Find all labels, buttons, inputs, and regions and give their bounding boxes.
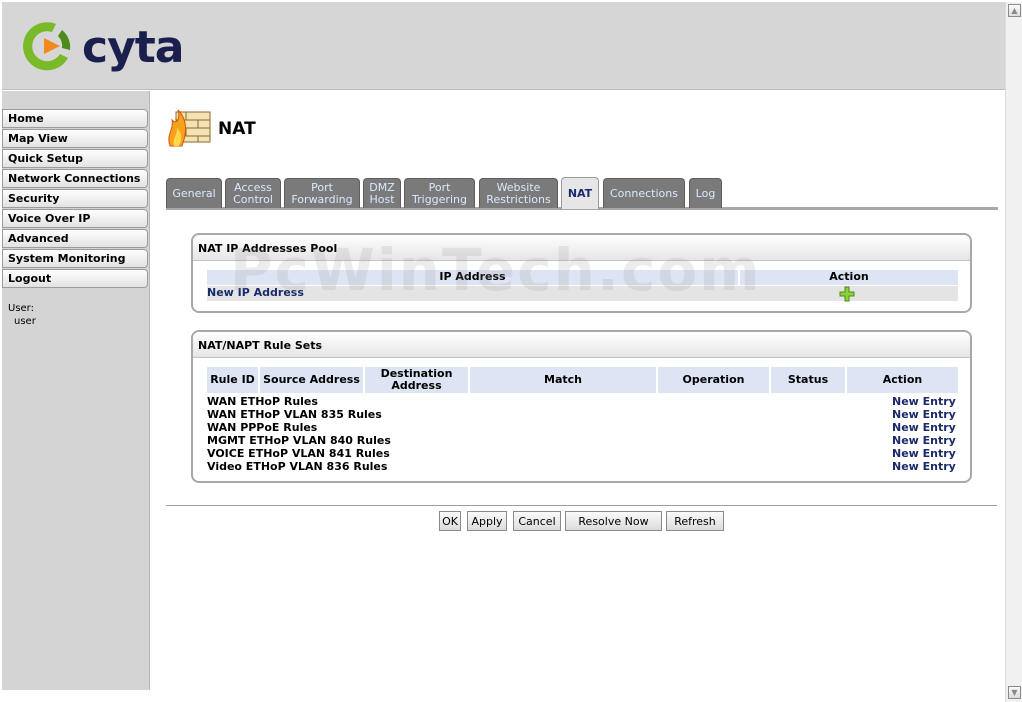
tab-port-forwarding[interactable]: Port Forwarding [284,178,360,208]
tab-access-control[interactable]: Access Control [225,178,281,208]
vertical-scrollbar[interactable]: ▲ ▼ [1005,2,1022,702]
col-status: Status [771,367,845,393]
cyta-swirl-icon [23,22,71,71]
new-entry-link[interactable]: New Entry [892,447,956,460]
sidebar-item-system-monitoring[interactable]: System Monitoring [2,249,148,268]
divider [166,505,997,506]
main-content: NAT General Access Control Port Forwardi… [158,91,1003,702]
rule-row-name: VOICE ETHoP VLAN 841 Rules [207,447,390,460]
tab-log[interactable]: Log [689,178,722,208]
scroll-up-icon[interactable]: ▲ [1008,4,1021,17]
user-name: user [14,316,36,327]
logo-text: cyta [82,22,184,73]
new-entry-link[interactable]: New Entry [892,408,956,421]
scroll-down-icon[interactable]: ▼ [1008,686,1021,699]
col-action: Action [740,270,958,285]
cyta-logo: cyta [16,16,216,82]
resolve-now-button[interactable]: Resolve Now [565,511,662,531]
col-ip-address: IP Address [207,270,738,285]
rule-row-name: MGMT ETHoP VLAN 840 Rules [207,434,391,447]
sidebar-item-quick-setup[interactable]: Quick Setup [2,149,148,168]
sidebar: Home Map View Quick Setup Network Connec… [2,91,150,690]
new-entry-link[interactable]: New Entry [892,395,956,408]
plus-icon[interactable] [839,286,855,302]
sidebar-item-network-connections[interactable]: Network Connections [2,169,148,188]
nat-rules-title: NAT/NAPT Rule Sets [193,332,970,358]
col-source-address: Source Address [260,367,363,393]
tab-connections[interactable]: Connections [603,178,685,208]
sidebar-item-advanced[interactable]: Advanced [2,229,148,248]
new-entry-link[interactable]: New Entry [892,421,956,434]
ok-button[interactable]: OK [439,511,461,531]
new-ip-address-link[interactable]: New IP Address [207,286,304,299]
tab-general[interactable]: General [166,178,222,208]
tab-bar: General Access Control Port Forwarding D… [166,177,998,210]
col-rule-id: Rule ID [207,367,258,393]
new-entry-link[interactable]: New Entry [892,434,956,447]
rule-row-name: Video ETHoP VLAN 836 Rules [207,460,388,473]
apply-button[interactable]: Apply [467,511,507,531]
sidebar-item-voice-over-ip[interactable]: Voice Over IP [2,209,148,228]
sidebar-item-home[interactable]: Home [2,109,148,128]
col-operation: Operation [658,367,769,393]
new-entry-link[interactable]: New Entry [892,460,956,473]
col-rules-action: Action [847,367,958,393]
tab-nat[interactable]: NAT [561,177,599,209]
firewall-icon [166,106,214,150]
tab-dmz-host[interactable]: DMZ Host [363,178,401,208]
nat-pool-title: NAT IP Addresses Pool [193,235,970,261]
rule-row-name: WAN PPPoE Rules [207,421,318,434]
refresh-button[interactable]: Refresh [666,511,724,531]
page-title: NAT [218,119,256,139]
rule-row-name: WAN ETHoP VLAN 835 Rules [207,408,382,421]
col-match: Match [470,367,656,393]
button-bar: OK Apply Cancel Resolve Now Refresh [158,511,1003,533]
tab-website-restrictions[interactable]: Website Restrictions [479,178,558,208]
user-label: User: [8,303,34,314]
sidebar-item-security[interactable]: Security [2,189,148,208]
cancel-button[interactable]: Cancel [513,511,561,531]
rule-row-name: WAN ETHoP Rules [207,395,318,408]
nat-pool-panel: NAT IP Addresses Pool IP Address Action … [191,233,972,313]
nat-rules-panel: NAT/NAPT Rule Sets Rule ID Source Addres… [191,330,972,483]
col-destination-address: Destination Address [365,367,468,393]
sidebar-item-map-view[interactable]: Map View [2,129,148,148]
sidebar-item-logout[interactable]: Logout [2,269,148,288]
tab-port-triggering[interactable]: Port Triggering [404,178,475,208]
header-banner: cyta [2,2,1005,90]
sidebar-nav: Home Map View Quick Setup Network Connec… [2,109,148,289]
